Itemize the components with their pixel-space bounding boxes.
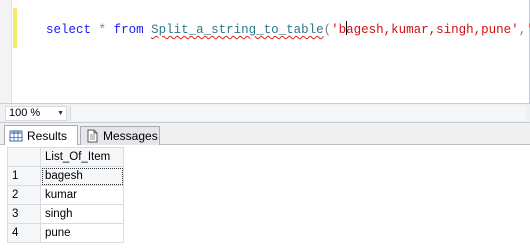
results-grid: List_Of_Item 1 bagesh 2 kumar 3 singh 4 [7,147,124,243]
query-window: select * from Split_a_string_to_table('b… [0,0,530,251]
table-row: 3 singh [7,204,124,224]
row-number[interactable]: 3 [7,204,41,224]
keyword-from: from [113,23,144,37]
keyword-select: select [46,23,92,37]
column-header[interactable]: List_Of_Item [40,147,124,167]
sql-code-line[interactable]: select * from Split_a_string_to_table('b… [46,21,530,38]
grid-icon [9,130,23,142]
row-number[interactable]: 2 [7,185,41,205]
dropdown-arrow-icon[interactable]: ▼ [57,109,64,118]
grid-cell[interactable]: singh [40,204,124,224]
zoom-bar: 100 % ▼ [0,103,530,123]
grid-cell[interactable]: kumar [40,185,124,205]
results-grid-area: List_Of_Item 1 bagesh 2 kumar 3 singh 4 [0,145,530,251]
table-row: 4 pune [7,223,124,243]
string-literal-start: 'b [331,23,347,37]
table-row: 1 bagesh [7,166,124,186]
grid-cell[interactable]: pune [40,223,124,243]
document-icon [87,129,98,143]
separator-literal: ',' [526,23,530,37]
open-paren: ( [323,23,332,37]
grid-corner[interactable] [7,147,41,167]
tab-messages-label: Messages [103,128,158,143]
tab-messages[interactable]: Messages [80,126,160,145]
table-row: 2 kumar [7,185,124,205]
sql-editor[interactable]: select * from Split_a_string_to_table('b… [0,0,530,103]
function-name: Split_a_string_to_table [151,23,324,37]
zoom-dropdown[interactable]: 100 % ▼ [5,106,67,121]
tab-results-label: Results [27,128,68,143]
change-marker [13,8,17,48]
row-number[interactable]: 4 [7,223,41,243]
results-tab-strip: Results Messages [0,123,530,146]
grid-header-row: List_Of_Item [7,147,124,167]
grid-cell[interactable]: bagesh [40,166,124,186]
star-operator: * [98,23,107,37]
horizontal-scrollbar[interactable] [70,106,526,121]
row-number[interactable]: 1 [7,166,41,186]
string-literal-rest: agesh,kumar,singh,pune' [346,23,519,37]
tab-results[interactable]: Results [4,125,78,146]
editor-gutter [0,0,12,103]
zoom-value: 100 % [9,107,41,119]
